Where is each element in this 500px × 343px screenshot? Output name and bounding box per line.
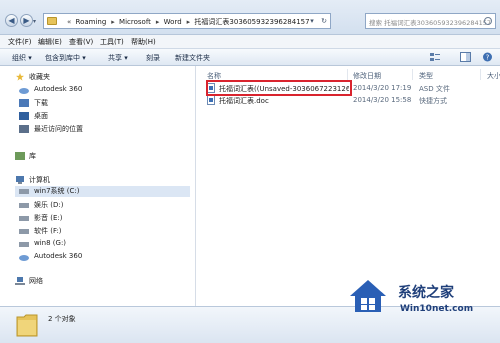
drive-icon bbox=[19, 189, 29, 194]
menu-tools[interactable]: 工具(T) bbox=[100, 37, 124, 47]
drive-icon bbox=[19, 242, 29, 247]
cloud-icon bbox=[19, 255, 29, 261]
computer-icon bbox=[16, 176, 24, 184]
recent-pages-dropdown[interactable]: ▾ bbox=[33, 18, 36, 25]
search-box[interactable]: 搜索 托福词汇表303605932396284157 bbox=[365, 13, 496, 29]
highlight-box bbox=[206, 80, 352, 96]
column-date[interactable]: 修改日期 bbox=[353, 71, 381, 81]
address-bar[interactable]: « Roaming ▸ Microsoft ▸ Word ▸ 托福词汇表3036059… bbox=[43, 13, 331, 29]
command-toolbar: 组织 ▾ 包含到库中 ▾ 共享 ▾ 刻录 新建文件夹 ? bbox=[0, 48, 500, 66]
word-shortcut-icon bbox=[207, 95, 215, 105]
desktop-icon bbox=[19, 112, 29, 120]
svg-text:?: ? bbox=[486, 54, 490, 62]
column-divider bbox=[412, 69, 413, 80]
search-input[interactable]: 搜索 托福词汇表303605932396284157 bbox=[369, 17, 491, 27]
drive-icon bbox=[19, 229, 29, 234]
cloud-icon bbox=[19, 88, 29, 94]
star-icon bbox=[16, 73, 24, 81]
recent-places-icon bbox=[19, 125, 29, 133]
burn-button[interactable]: 刻录 bbox=[146, 53, 160, 63]
breadcrumb-roaming[interactable]: Roaming bbox=[76, 18, 107, 26]
item-count: 2 个对象 bbox=[48, 315, 76, 323]
menu-file[interactable]: 文件(F) bbox=[8, 37, 32, 47]
folder-icon bbox=[16, 314, 38, 337]
column-divider bbox=[347, 69, 348, 80]
address-row: ◀ ▶ ▾ « Roaming ▸ Microsoft ▸ Word ▸ 托福词汇表3… bbox=[0, 0, 500, 35]
folder-icon bbox=[47, 17, 57, 25]
network-icon bbox=[15, 277, 25, 285]
column-divider bbox=[480, 69, 481, 80]
navigation-pane: 收藏夹 Autodesk 360 下载 桌面 最近访问的位置 库 计算机 win… bbox=[0, 66, 196, 306]
breadcrumb-microsoft[interactable]: Microsoft bbox=[119, 18, 151, 26]
forward-button[interactable]: ▶ bbox=[20, 14, 33, 27]
file-list: 名称 修改日期 类型 大小 托福词汇表((Unsaved-30360672231… bbox=[197, 66, 500, 306]
breadcrumb-word[interactable]: Word bbox=[164, 18, 182, 26]
column-size[interactable]: 大小 bbox=[487, 71, 500, 81]
watermark-title: 系统之家 bbox=[398, 285, 454, 301]
drive-icon bbox=[19, 203, 29, 208]
drive-icon bbox=[19, 216, 29, 221]
address-dropdown-icon[interactable]: ▾ bbox=[306, 14, 318, 28]
help-icon[interactable]: ? bbox=[482, 52, 493, 62]
breadcrumb: « Roaming ▸ Microsoft ▸ Word ▸ 托福词汇表3036059… bbox=[67, 18, 310, 26]
refresh-icon[interactable]: ↻ bbox=[318, 14, 330, 28]
watermark-url: Win10net.com bbox=[400, 304, 474, 314]
share-button[interactable]: 共享 ▾ bbox=[108, 53, 128, 63]
menu-edit[interactable]: 编辑(E) bbox=[38, 37, 62, 47]
organize-button[interactable]: 组织 ▾ bbox=[12, 53, 32, 63]
view-options-icon[interactable] bbox=[430, 52, 441, 62]
nav-drive-c[interactable]: win7系统 (C:) bbox=[15, 186, 190, 197]
download-folder-icon bbox=[19, 99, 29, 107]
breadcrumb-current[interactable]: 托福词汇表303605932396284157 bbox=[194, 18, 309, 26]
new-folder-button[interactable]: 新建文件夹 bbox=[175, 53, 210, 63]
menu-help[interactable]: 帮助(H) bbox=[131, 37, 156, 47]
menu-view[interactable]: 查看(V) bbox=[69, 37, 93, 47]
include-in-library-button[interactable]: 包含到库中 ▾ bbox=[45, 53, 86, 63]
library-icon bbox=[15, 152, 25, 160]
preview-pane-icon[interactable] bbox=[460, 52, 471, 62]
search-icon bbox=[484, 17, 492, 25]
watermark-logo-icon bbox=[350, 280, 386, 312]
menu-bar: 文件(F) 编辑(E) 查看(V) 工具(T) 帮助(H) bbox=[0, 35, 500, 48]
column-type[interactable]: 类型 bbox=[419, 71, 433, 81]
back-button[interactable]: ◀ bbox=[5, 14, 18, 27]
